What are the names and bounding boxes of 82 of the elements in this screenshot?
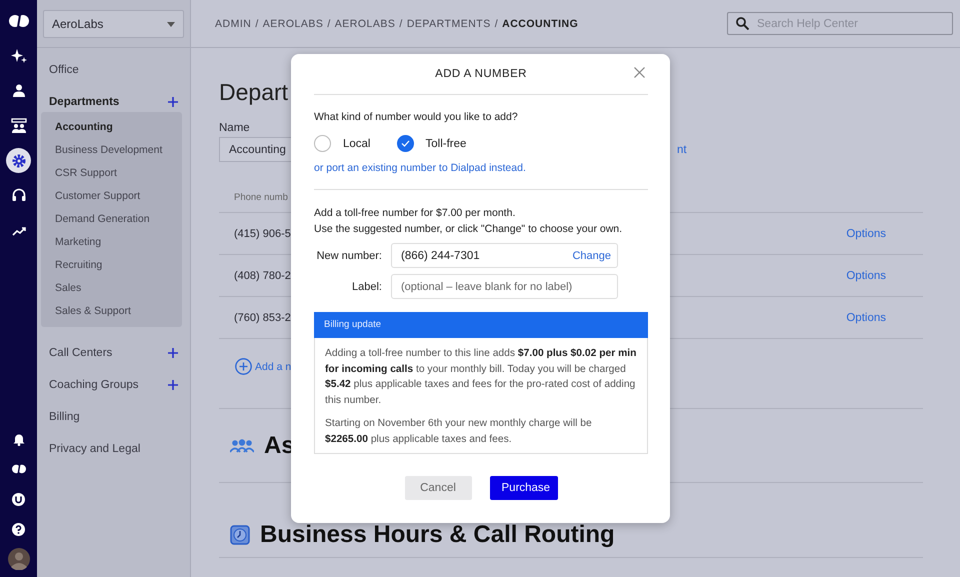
purchase-button[interactable]: Purchase <box>490 476 558 500</box>
add-icon[interactable] <box>168 380 178 390</box>
breadcrumb-separator: / <box>399 18 403 30</box>
phone-number: (408) 780-2 <box>234 270 291 282</box>
nav-button[interactable] <box>6 148 31 173</box>
dialog-title: ADD A NUMBER <box>435 68 527 80</box>
sidebar-subitem[interactable]: Customer Support <box>41 185 182 208</box>
radio-button[interactable] <box>314 135 331 152</box>
close-button[interactable] <box>634 67 645 78</box>
name-field[interactable]: Accounting <box>219 137 291 162</box>
new-number-field[interactable]: (866) 244-7301 Change <box>391 243 618 268</box>
sidebar-subitem[interactable]: Business Development <box>41 139 182 162</box>
radio-option[interactable]: Local <box>314 135 370 152</box>
sidebar-subitem[interactable]: Sales & Support <box>41 300 182 323</box>
port-number-link[interactable]: or port an existing number to Dialpad instead. <box>314 162 648 190</box>
search-field[interactable]: Search Help Center <box>727 12 953 35</box>
options-link[interactable]: Options <box>846 312 886 324</box>
radio-button[interactable] <box>396 135 414 152</box>
billing-header: Billing update <box>314 312 648 338</box>
close-icon <box>634 67 645 78</box>
breadcrumb-separator: / <box>255 18 259 30</box>
sidebar-subitem[interactable]: Demand Generation <box>41 208 182 231</box>
search-icon <box>736 17 749 30</box>
sidebar-subitem[interactable]: Marketing <box>41 231 182 254</box>
page-title: Depart <box>219 78 288 107</box>
instruction-text: Use the suggested number, or click "Change" to choose your own. <box>314 222 624 237</box>
sidebar-item[interactable]: Privacy and Legal <box>41 443 182 455</box>
section-heading: Business Hours & Call Routing <box>260 521 615 549</box>
field-label: New number: <box>316 250 383 262</box>
breadcrumb-link[interactable]: DEPARTMENTS <box>406 18 491 30</box>
add-number-link[interactable]: Add a n <box>235 358 292 375</box>
field-label: Label: <box>351 280 383 292</box>
breadcrumb-current: ACCOUNTING <box>502 18 578 30</box>
change-link[interactable]: Change <box>572 250 611 262</box>
search-input[interactable]: Search Help Center <box>755 16 939 30</box>
radio-option[interactable]: Toll-free <box>396 135 466 152</box>
field-label: Name <box>219 122 250 134</box>
sidebar-subitem[interactable]: CSR Support <box>41 162 182 185</box>
sidebar-subitem[interactable]: Sales <box>41 277 182 300</box>
breadcrumb-link[interactable]: AEROLABS <box>262 18 324 30</box>
sidebar-item[interactable]: Billing <box>41 411 182 423</box>
question-text: What kind of number would you like to add? <box>314 111 519 123</box>
bell-icon <box>12 432 24 446</box>
breadcrumb-link[interactable]: ADMIN <box>215 18 252 30</box>
team-icon <box>10 118 26 133</box>
headset-icon <box>12 188 26 203</box>
people-icon <box>230 438 254 452</box>
options-link[interactable]: Options <box>846 270 886 282</box>
cancel-button[interactable]: Cancel <box>404 476 472 500</box>
billing-text: Starting on November 6th your new monthly charge will be $2265.00 plus applicable taxes and fees. <box>325 417 593 446</box>
phone-number: (415) 906-5 <box>234 228 291 240</box>
trend-icon <box>12 226 26 236</box>
help-icon <box>12 522 25 536</box>
sidebar-item[interactable]: Office <box>41 64 182 76</box>
company-select[interactable]: AeroLabs <box>43 10 184 38</box>
logo-icon <box>12 464 26 474</box>
breadcrumb-separator: / <box>327 18 331 30</box>
avatar-button[interactable] <box>8 549 30 569</box>
sidebar-subitem[interactable]: Accounting <box>41 116 182 139</box>
sidebar-item[interactable]: Departments <box>41 96 182 108</box>
check-icon <box>400 140 410 147</box>
breadcrumb-separator: / <box>494 18 498 30</box>
sidebar-subitem[interactable]: Recruiting <box>41 254 182 277</box>
clock-icon <box>230 525 250 545</box>
sparkles-icon <box>10 48 26 64</box>
phone-number: (760) 853-2 <box>234 312 291 324</box>
add-icon[interactable] <box>168 97 178 107</box>
caret-icon <box>167 22 175 26</box>
person-icon <box>12 84 24 97</box>
options-link[interactable]: Options <box>846 228 886 240</box>
logo-icon <box>8 14 28 28</box>
add-circle-icon <box>235 358 252 375</box>
billing-text: Adding a toll-free number to this line adds $7.00 plus $0.02 per min for incoming calls to your monthly bill. Today you will be charged $5.42 plus applicable taxes and fees for the pro-rated cost of adding this number. <box>325 347 637 408</box>
badge-icon <box>12 492 25 506</box>
sidebar-item[interactable]: Call Centers <box>41 347 182 359</box>
link[interactable]: nt <box>677 144 687 156</box>
add-icon[interactable] <box>168 348 178 358</box>
sidebar-item[interactable]: Coaching Groups <box>41 379 182 391</box>
breadcrumb-link[interactable]: AEROLABS <box>334 18 396 30</box>
avatar-icon <box>8 548 30 570</box>
settings-icon <box>12 154 26 168</box>
label-field[interactable]: (optional – leave blank for no label) <box>391 274 618 299</box>
